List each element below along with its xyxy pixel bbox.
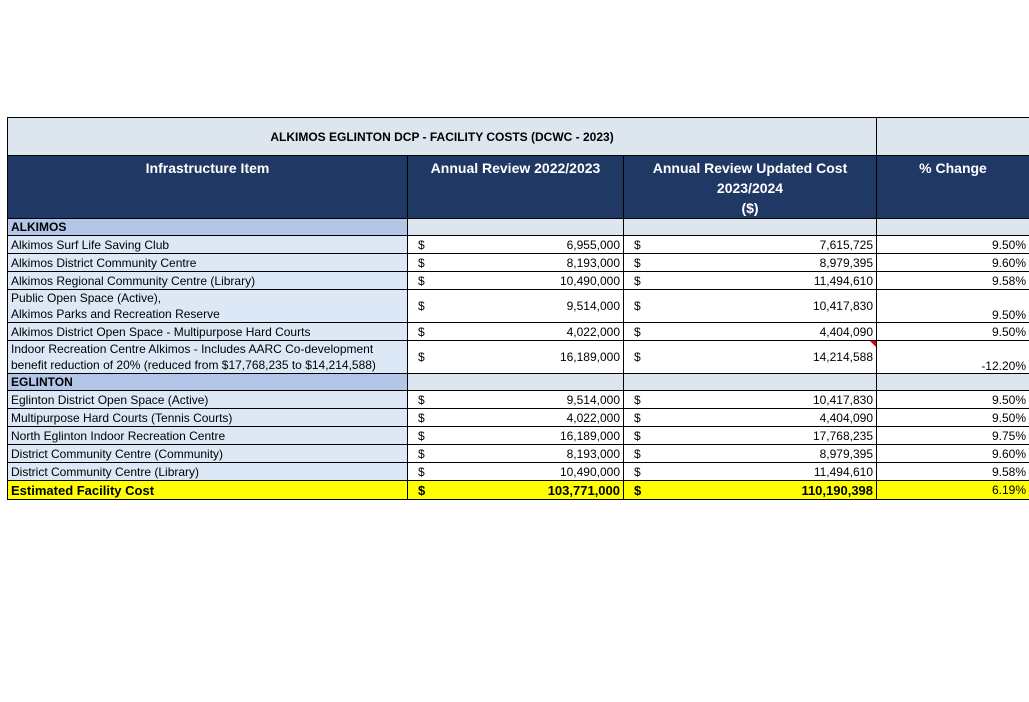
review-cell: $9,514,000 — [407, 390, 624, 409]
change-cell: 9.75% — [876, 426, 1029, 445]
table-row: Alkimos District Community Centre $8,193… — [7, 253, 1029, 272]
change-cell: 9.60% — [876, 444, 1029, 463]
item-line1: Public Open Space (Active), — [11, 291, 162, 305]
item-line1: Indoor Recreation Centre Alkimos - Inclu… — [11, 342, 374, 356]
total-change-cell: 6.19% — [876, 480, 1029, 500]
review-cell: $8,193,000 — [407, 444, 624, 463]
updated-cell: $8,979,395 — [622, 444, 878, 463]
updated-cell: $4,404,090 — [622, 322, 878, 341]
total-updated-cell: $110,190,398 — [622, 480, 878, 500]
header-updated-line1: Annual Review Updated Cost — [652, 160, 848, 176]
table-title: ALKIMOS EGLINTON DCP - FACILITY COSTS (D… — [6, 117, 878, 156]
item-cell: Alkimos Regional Community Centre (Libra… — [7, 271, 408, 290]
review-cell: $16,189,000 — [407, 426, 624, 445]
total-row: Estimated Facility Cost $103,771,000 $11… — [7, 480, 1029, 500]
review-cell: $4,022,000 — [407, 408, 624, 427]
review-cell: $9,514,000 — [407, 289, 624, 323]
review-cell: $10,490,000 — [407, 462, 624, 481]
table-row: North Eglinton Indoor Recreation Centre … — [7, 426, 1029, 445]
change-cell: 9.58% — [876, 271, 1029, 290]
review-cell: $4,022,000 — [407, 322, 624, 341]
item-cell: Alkimos District Community Centre — [7, 253, 408, 272]
table-row: Alkimos Surf Life Saving Club $6,955,000… — [7, 235, 1029, 254]
updated-cell: $7,615,725 — [622, 235, 878, 254]
table-title-row: ALKIMOS EGLINTON DCP - FACILITY COSTS (D… — [6, 117, 1029, 156]
item-cell: Multipurpose Hard Courts (Tennis Courts) — [7, 408, 408, 427]
review-cell: $8,193,000 — [407, 253, 624, 272]
updated-cell: $17,768,235 — [622, 426, 878, 445]
section-row-alkimos: ALKIMOS — [7, 218, 1029, 236]
table-row: District Community Centre (Community) $8… — [7, 444, 1029, 463]
change-cell: 9.60% — [876, 253, 1029, 272]
change-cell: 9.50% — [876, 235, 1029, 254]
title-empty-cell — [876, 117, 1029, 156]
item-cell: Indoor Recreation Centre Alkimos - Inclu… — [7, 340, 408, 374]
change-cell: 9.50% — [876, 408, 1029, 427]
table-row: Multipurpose Hard Courts (Tennis Courts)… — [7, 408, 1029, 427]
header-change: % Change — [876, 155, 1029, 219]
header-updated: Annual Review Updated Cost 2023/2024 ($) — [622, 155, 878, 219]
header-row: Infrastructure Item Annual Review 2022/2… — [7, 155, 1029, 219]
item-cell: Alkimos District Open Space - Multipurpo… — [7, 322, 408, 341]
total-review-cell: $103,771,000 — [407, 480, 624, 500]
updated-cell: $4,404,090 — [622, 408, 878, 427]
change-cell: 9.50% — [876, 289, 1029, 323]
updated-cell: $10,417,830 — [622, 390, 878, 409]
table-row: Eglinton District Open Space (Active) $9… — [7, 390, 1029, 409]
header-updated-line3: ($) — [741, 200, 759, 216]
header-updated-line2: 2023/2024 — [716, 180, 784, 196]
table-row: Indoor Recreation Centre Alkimos - Inclu… — [7, 340, 1029, 374]
item-cell: Eglinton District Open Space (Active) — [7, 390, 408, 409]
item-cell: Alkimos Surf Life Saving Club — [7, 235, 408, 254]
updated-cell: $8,979,395 — [622, 253, 878, 272]
item-cell: Public Open Space (Active), Alkimos Park… — [7, 289, 408, 323]
change-cell: -12.20% — [876, 340, 1029, 374]
updated-cell-with-comment[interactable]: $14,214,588 — [622, 340, 878, 374]
updated-cell: $10,417,830 — [622, 289, 878, 323]
table-row: Alkimos District Open Space - Multipurpo… — [7, 322, 1029, 341]
change-cell: 9.50% — [876, 322, 1029, 341]
item-line2: Alkimos Parks and Recreation Reserve — [11, 307, 220, 321]
header-review: Annual Review 2022/2023 — [407, 155, 624, 219]
review-cell: $10,490,000 — [407, 271, 624, 290]
review-cell: $16,189,000 — [407, 340, 624, 374]
header-item: Infrastructure Item — [7, 155, 408, 219]
table-row: District Community Centre (Library) $10,… — [7, 462, 1029, 481]
updated-cell: $11,494,610 — [622, 462, 878, 481]
item-cell: District Community Centre (Library) — [7, 462, 408, 481]
updated-cell: $11,494,610 — [622, 271, 878, 290]
section-label: EGLINTON — [7, 373, 408, 391]
table-row: Public Open Space (Active), Alkimos Park… — [7, 289, 1029, 323]
table-row: Alkimos Regional Community Centre (Libra… — [7, 271, 1029, 290]
change-cell: 9.58% — [876, 462, 1029, 481]
section-row-eglinton: EGLINTON — [7, 373, 1029, 391]
change-cell: 9.50% — [876, 390, 1029, 409]
item-cell: North Eglinton Indoor Recreation Centre — [7, 426, 408, 445]
total-label: Estimated Facility Cost — [7, 480, 408, 500]
item-cell: District Community Centre (Community) — [7, 444, 408, 463]
review-cell: $6,955,000 — [407, 235, 624, 254]
section-label: ALKIMOS — [7, 218, 408, 236]
facility-costs-table: ALKIMOS EGLINTON DCP - FACILITY COSTS (D… — [6, 117, 1029, 500]
item-line2: benefit reduction of 20% (reduced from $… — [11, 358, 376, 372]
